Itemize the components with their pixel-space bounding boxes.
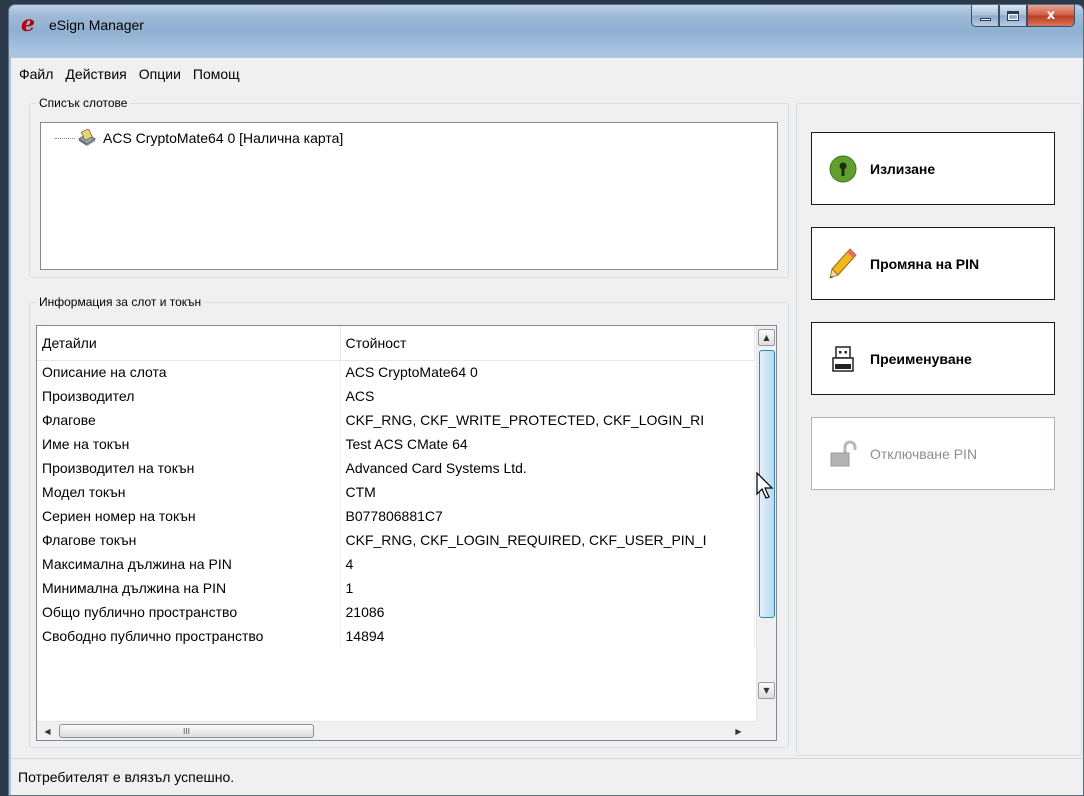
client-area: Файл Действия Опции Помощ Списък слотове…	[11, 57, 1083, 795]
mouse-cursor-icon	[756, 472, 774, 499]
minimize-icon	[979, 18, 991, 21]
cell-value: B077806881C7	[340, 504, 755, 528]
tree-connector	[55, 137, 75, 139]
cell-value: 1	[340, 576, 755, 600]
close-icon: x	[1046, 8, 1056, 23]
horizontal-scroll-thumb[interactable]: III	[59, 724, 314, 738]
maximize-button[interactable]	[999, 5, 1027, 27]
change-pin-button[interactable]: Промяна на PIN	[811, 227, 1055, 300]
minimize-button[interactable]	[971, 5, 999, 27]
table-header-row: Детайли Стойност	[37, 326, 755, 361]
unlock-pin-button[interactable]: Отключване PIN	[811, 417, 1055, 490]
cell-detail: Производител	[37, 384, 341, 408]
menu-actions[interactable]: Действия	[59, 66, 132, 82]
app-logo-icon: e	[21, 11, 35, 37]
slot-tree[interactable]: ACS CryptoMate64 0 [Налична карта]	[40, 122, 778, 270]
cell-detail: Максимална дължина на PIN	[37, 552, 341, 576]
card-reader-icon	[78, 129, 96, 146]
unlock-pin-label: Отключване PIN	[870, 445, 978, 462]
table-row[interactable]: Общо публично пространство 21086	[37, 600, 755, 624]
cell-detail: Флагове	[37, 408, 341, 432]
cell-value: CKF_RNG, CKF_WRITE_PROTECTED, CKF_LOGIN_…	[340, 408, 755, 432]
cell-value: 21086	[340, 600, 755, 624]
cell-detail: Модел токън	[37, 480, 341, 504]
table-row[interactable]: Флагове токън CKF_RNG, CKF_LOGIN_REQUIRED…	[37, 528, 755, 552]
slot-label: ACS CryptoMate64 0 [Налична карта]	[103, 130, 344, 146]
info-table[interactable]: Детайли Стойност Описание на слота ACS Cr…	[36, 325, 777, 741]
slot-list-label: Списък слотове	[36, 96, 131, 110]
horizontal-scrollbar[interactable]: ◀ III ▶	[37, 721, 756, 740]
info-grid: Детайли Стойност Описание на слота ACS Cr…	[37, 326, 755, 648]
maximize-icon	[1007, 10, 1019, 21]
slot-info-group: Информация за слот и токън Детайли Стойн…	[29, 295, 789, 748]
scroll-grip-icon: III	[182, 726, 191, 736]
title-bar[interactable]: e eSign Manager x	[9, 5, 1083, 57]
menu-help[interactable]: Помощ	[187, 66, 246, 82]
table-row[interactable]: Сериен номер на токън B077806881C7	[37, 504, 755, 528]
status-text: Потребителят е влязъл успешно.	[18, 769, 235, 785]
logout-button[interactable]: Излизане	[811, 132, 1055, 205]
table-row[interactable]: Максимална дължина на PIN 4	[37, 552, 755, 576]
vertical-scrollbar[interactable]: ▲ ▼	[756, 326, 776, 722]
actions-panel: Излизане Промяна на PIN Преименуване Отк…	[796, 103, 1082, 756]
scroll-up-button[interactable]: ▲	[758, 329, 775, 346]
cell-detail: Описание на слота	[37, 360, 341, 384]
cell-detail: Свободно публично пространство	[37, 624, 341, 648]
cell-detail: Сериен номер на токън	[37, 504, 341, 528]
cell-value: ACS CryptoMate64 0	[340, 360, 755, 384]
scroll-down-button[interactable]: ▼	[758, 682, 775, 699]
menu-file[interactable]: Файл	[11, 66, 59, 82]
slot-info-label: Информация за слот и токън	[36, 295, 205, 309]
scroll-left-button[interactable]: ◀	[39, 723, 56, 740]
table-row[interactable]: Производител ACS	[37, 384, 755, 408]
cell-detail: Производител на токън	[37, 456, 341, 480]
key-icon	[828, 152, 858, 186]
cell-value: ACS	[340, 384, 755, 408]
pencil-icon	[828, 247, 858, 281]
cell-detail: Минимална дължина на PIN	[37, 576, 341, 600]
change-pin-label: Промяна на PIN	[870, 255, 980, 272]
table-row[interactable]: Минимална дължина на PIN 1	[37, 576, 755, 600]
menu-options[interactable]: Опции	[133, 66, 187, 82]
app-window: e eSign Manager x Файл Действия Опции По…	[8, 4, 1084, 796]
table-row[interactable]: Модел токън CTM	[37, 480, 755, 504]
table-row[interactable]: Име на токън Test ACS CMate 64	[37, 432, 755, 456]
cell-detail: Общо публично пространство	[37, 600, 341, 624]
slot-list-group: Списък слотове ACS CryptoMate64 0 [Налич…	[29, 96, 789, 278]
logout-label: Излизане	[870, 160, 936, 177]
table-row[interactable]: Производител на токън Advanced Card Syste…	[37, 456, 755, 480]
column-header-value[interactable]: Стойност	[340, 326, 755, 361]
rename-label: Преименуване	[870, 350, 972, 367]
window-controls: x	[971, 5, 1075, 27]
rename-button[interactable]: Преименуване	[811, 322, 1055, 395]
window-title: eSign Manager	[49, 17, 144, 33]
cell-detail: Флагове токън	[37, 528, 341, 552]
unlock-icon	[828, 437, 858, 471]
cell-value: 4	[340, 552, 755, 576]
table-row[interactable]: Свободно публично пространство 14894	[37, 624, 755, 648]
usb-token-icon	[828, 342, 858, 376]
scroll-right-button[interactable]: ▶	[730, 723, 747, 740]
close-button[interactable]: x	[1027, 5, 1075, 27]
table-row[interactable]: Описание на слота ACS CryptoMate64 0	[37, 360, 755, 384]
cell-value: Test ACS CMate 64	[340, 432, 755, 456]
cell-value: 14894	[340, 624, 755, 648]
cell-value: CTM	[340, 480, 755, 504]
cell-value: CKF_RNG, CKF_LOGIN_REQUIRED, CKF_USER_PI…	[340, 528, 755, 552]
tree-item-slot[interactable]: ACS CryptoMate64 0 [Налична карта]	[55, 129, 343, 147]
table-row[interactable]: Флагове CKF_RNG, CKF_WRITE_PROTECTED, CKF…	[37, 408, 755, 432]
cell-value: Advanced Card Systems Ltd.	[340, 456, 755, 480]
column-header-details[interactable]: Детайли	[37, 326, 341, 361]
scrollbar-corner	[756, 721, 776, 740]
menu-bar: Файл Действия Опции Помощ	[11, 58, 1083, 90]
cell-detail: Име на токън	[37, 432, 341, 456]
status-bar: Потребителят е влязъл успешно.	[11, 758, 1083, 795]
